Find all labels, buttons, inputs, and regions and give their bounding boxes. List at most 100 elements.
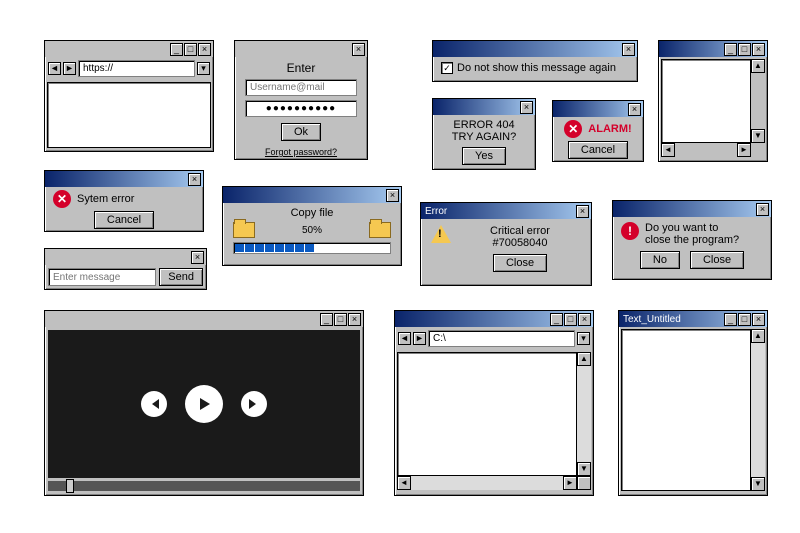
no-button[interactable]: No xyxy=(640,251,680,269)
syserror-window: × ✕ Sytem error Cancel xyxy=(44,170,204,232)
closeprog-window: × ! Do you want to close the program? No… xyxy=(612,200,772,280)
scroll-up-button[interactable]: ▲ xyxy=(577,352,591,366)
scroll-down-button[interactable]: ▼ xyxy=(751,129,765,143)
go-button[interactable]: ▾ xyxy=(197,62,210,75)
copy-percent: 50% xyxy=(302,225,322,236)
forward-button[interactable]: ► xyxy=(63,62,76,75)
close-button[interactable]: × xyxy=(752,313,765,326)
previous-button[interactable] xyxy=(141,391,167,417)
dontshow-checkbox[interactable]: ✓ xyxy=(441,62,453,74)
close-button[interactable]: × xyxy=(752,43,765,56)
close-button[interactable]: × xyxy=(386,189,399,202)
critical-line2: #70058040 xyxy=(459,237,581,249)
error-x-icon: ✕ xyxy=(564,120,582,138)
scroll-down-button[interactable]: ▼ xyxy=(751,477,765,491)
warning-triangle-icon xyxy=(431,225,451,243)
copy-titlebar: × xyxy=(223,187,401,203)
forgot-password-link[interactable]: Forgot password? xyxy=(245,147,357,157)
scroll-up-button[interactable]: ▲ xyxy=(751,59,765,73)
minimize-button[interactable]: _ xyxy=(170,43,183,56)
close-button[interactable]: × xyxy=(198,43,211,56)
close-button[interactable]: × xyxy=(520,101,533,114)
file-list-area xyxy=(397,352,577,476)
cancel-button[interactable]: Cancel xyxy=(568,141,628,159)
scroll-up-button[interactable]: ▲ xyxy=(751,329,765,343)
alarm-window: × ✕ ALARM! Cancel xyxy=(552,100,644,162)
sendmsg-window: × Send xyxy=(44,248,207,290)
close-button[interactable]: × xyxy=(188,173,201,186)
alarm-text: ALARM! xyxy=(588,123,631,135)
browser-window: _ □ × ◄ ► ▾ xyxy=(44,40,214,152)
close-button[interactable]: × xyxy=(352,43,365,56)
url-input[interactable] xyxy=(78,60,195,77)
scroll-left-button[interactable]: ◄ xyxy=(397,476,411,490)
close-button[interactable]: × xyxy=(348,313,361,326)
maximize-button[interactable]: □ xyxy=(738,43,751,56)
critical-line1: Critical error xyxy=(459,225,581,237)
back-button[interactable]: ◄ xyxy=(398,332,411,345)
media-player-window: _ □ × xyxy=(44,310,364,496)
back-button[interactable]: ◄ xyxy=(48,62,61,75)
notepad-title: Text_Untitled xyxy=(621,314,681,325)
close-button[interactable]: × xyxy=(622,43,635,56)
cancel-button[interactable]: Cancel xyxy=(94,211,154,229)
progress-bar xyxy=(233,242,391,254)
maximize-button[interactable]: □ xyxy=(184,43,197,56)
path-input[interactable] xyxy=(428,330,575,347)
close-button[interactable]: × xyxy=(756,203,769,216)
ok-button[interactable]: Ok xyxy=(281,123,321,141)
critical-window: Error × Critical error #70058040 Close xyxy=(420,202,592,286)
text-area[interactable] xyxy=(621,329,751,491)
forward-button[interactable]: ► xyxy=(413,332,426,345)
send-button[interactable]: Send xyxy=(159,268,203,286)
content-area xyxy=(661,59,751,143)
maximize-button[interactable]: □ xyxy=(564,313,577,326)
close-button-action[interactable]: Close xyxy=(690,251,744,269)
next-button[interactable] xyxy=(241,391,267,417)
scroll-down-button[interactable]: ▼ xyxy=(577,462,591,476)
close-button-action[interactable]: Close xyxy=(493,254,547,272)
error404-line1: ERROR 404 xyxy=(441,119,527,131)
message-input[interactable] xyxy=(48,268,156,286)
closeprog-line1: Do you want to xyxy=(645,222,739,234)
blank-titlebar: _ □ × xyxy=(659,41,767,57)
close-button[interactable]: × xyxy=(576,205,589,218)
explorer-titlebar: _ □ × xyxy=(395,311,593,327)
critical-title-text: Error xyxy=(423,206,447,217)
error-x-icon: ✕ xyxy=(53,190,71,208)
minimize-button[interactable]: _ xyxy=(320,313,333,326)
blank-scroll-window: _ □ × ▲ ▼ ◄ ► xyxy=(658,40,768,162)
login-window: × Enter ●●●●●●●●●● Ok Forgot password? xyxy=(234,40,368,160)
notepad-window: Text_Untitled _ □ × ▲ ▼ xyxy=(618,310,768,496)
resize-grip[interactable] xyxy=(577,476,591,490)
minimize-button[interactable]: _ xyxy=(550,313,563,326)
explorer-window: _ □ × ◄ ► ▾ ▲ ▼ ◄ ► xyxy=(394,310,594,496)
seek-bar[interactable] xyxy=(48,481,360,491)
scroll-right-button[interactable]: ► xyxy=(563,476,577,490)
dontshow-titlebar: × xyxy=(433,41,637,57)
close-button[interactable]: × xyxy=(191,251,204,264)
yes-button[interactable]: Yes xyxy=(462,147,506,165)
minimize-button[interactable]: _ xyxy=(724,313,737,326)
sendmsg-titlebar: × xyxy=(45,249,206,265)
scroll-right-button[interactable]: ► xyxy=(737,143,751,157)
scroll-left-button[interactable]: ◄ xyxy=(661,143,675,157)
browser-titlebar: _ □ × xyxy=(45,41,213,57)
dropdown-button[interactable]: ▾ xyxy=(577,332,590,345)
maximize-button[interactable]: □ xyxy=(738,313,751,326)
maximize-button[interactable]: □ xyxy=(334,313,347,326)
password-input[interactable]: ●●●●●●●●●● xyxy=(245,100,357,117)
folder-source-icon xyxy=(233,222,255,238)
copyfile-window: × Copy file 50% xyxy=(222,186,402,266)
close-button[interactable]: × xyxy=(578,313,591,326)
media-titlebar: _ □ × xyxy=(45,311,363,327)
error404-window: × ERROR 404 TRY AGAIN? Yes xyxy=(432,98,536,170)
play-button[interactable] xyxy=(185,385,223,423)
error404-line2: TRY AGAIN? xyxy=(441,131,527,143)
username-input[interactable] xyxy=(245,79,357,96)
syserror-titlebar: × xyxy=(45,171,203,187)
minimize-button[interactable]: _ xyxy=(724,43,737,56)
close-button[interactable]: × xyxy=(628,103,641,116)
dontshow-window: × ✓ Do not show this message again xyxy=(432,40,638,82)
syserror-text: Sytem error xyxy=(77,193,134,205)
